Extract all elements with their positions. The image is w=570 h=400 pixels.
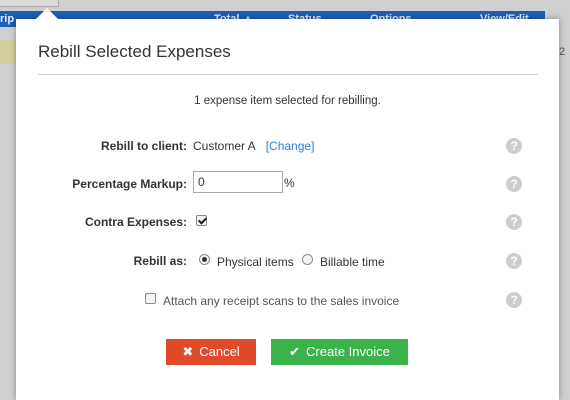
help-icon[interactable]: ? bbox=[506, 292, 522, 308]
dialog-pointer-arrow bbox=[36, 8, 58, 19]
attach-receipts-checkbox[interactable] bbox=[145, 293, 156, 304]
background-tab bbox=[0, 0, 59, 7]
title-divider bbox=[38, 74, 538, 75]
change-client-link[interactable]: [Change] bbox=[266, 139, 315, 153]
rebill-dialog: Rebill Selected Expenses 1 expense item … bbox=[16, 8, 559, 400]
billable-time-label: Billable time bbox=[320, 255, 385, 269]
rebill-to-client-label: Rebill to client: bbox=[100, 139, 187, 153]
help-icon[interactable]: ? bbox=[506, 253, 522, 269]
help-icon[interactable]: ? bbox=[506, 214, 522, 230]
rebill-as-label: Rebill as: bbox=[133, 254, 187, 268]
help-icon[interactable]: ? bbox=[506, 176, 522, 192]
attach-receipts-label: Attach any receipt scans to the sales in… bbox=[163, 294, 400, 308]
cross-icon: ✖ bbox=[182, 344, 194, 359]
physical-items-radio[interactable] bbox=[199, 254, 210, 265]
column-header-description: rip bbox=[0, 13, 15, 25]
help-icon[interactable]: ? bbox=[506, 138, 522, 154]
rebill-to-client-value: Customer A [Change] bbox=[193, 139, 314, 153]
percentage-markup-input[interactable] bbox=[193, 171, 283, 193]
create-invoice-button-label: Create Invoice bbox=[306, 344, 390, 359]
create-invoice-button[interactable]: ✔ Create Invoice bbox=[271, 339, 408, 365]
cancel-button[interactable]: ✖ Cancel bbox=[166, 339, 256, 365]
cancel-button-label: Cancel bbox=[199, 344, 240, 359]
selection-info: 1 expense item selected for rebilling. bbox=[194, 95, 381, 107]
background-edge-text: 2 bbox=[559, 46, 566, 58]
billable-time-radio[interactable] bbox=[302, 254, 313, 265]
percent-unit: % bbox=[284, 176, 295, 190]
contra-expenses-checkbox[interactable] bbox=[196, 215, 207, 226]
dialog-title: Rebill Selected Expenses bbox=[38, 42, 231, 61]
checkmark-icon: ✔ bbox=[289, 344, 301, 359]
physical-items-label: Physical items bbox=[217, 255, 294, 269]
client-name: Customer A bbox=[193, 139, 256, 153]
background-table-row bbox=[0, 40, 16, 64]
percentage-markup-label: Percentage Markup: bbox=[72, 177, 187, 191]
contra-expenses-label: Contra Expenses: bbox=[84, 215, 187, 229]
